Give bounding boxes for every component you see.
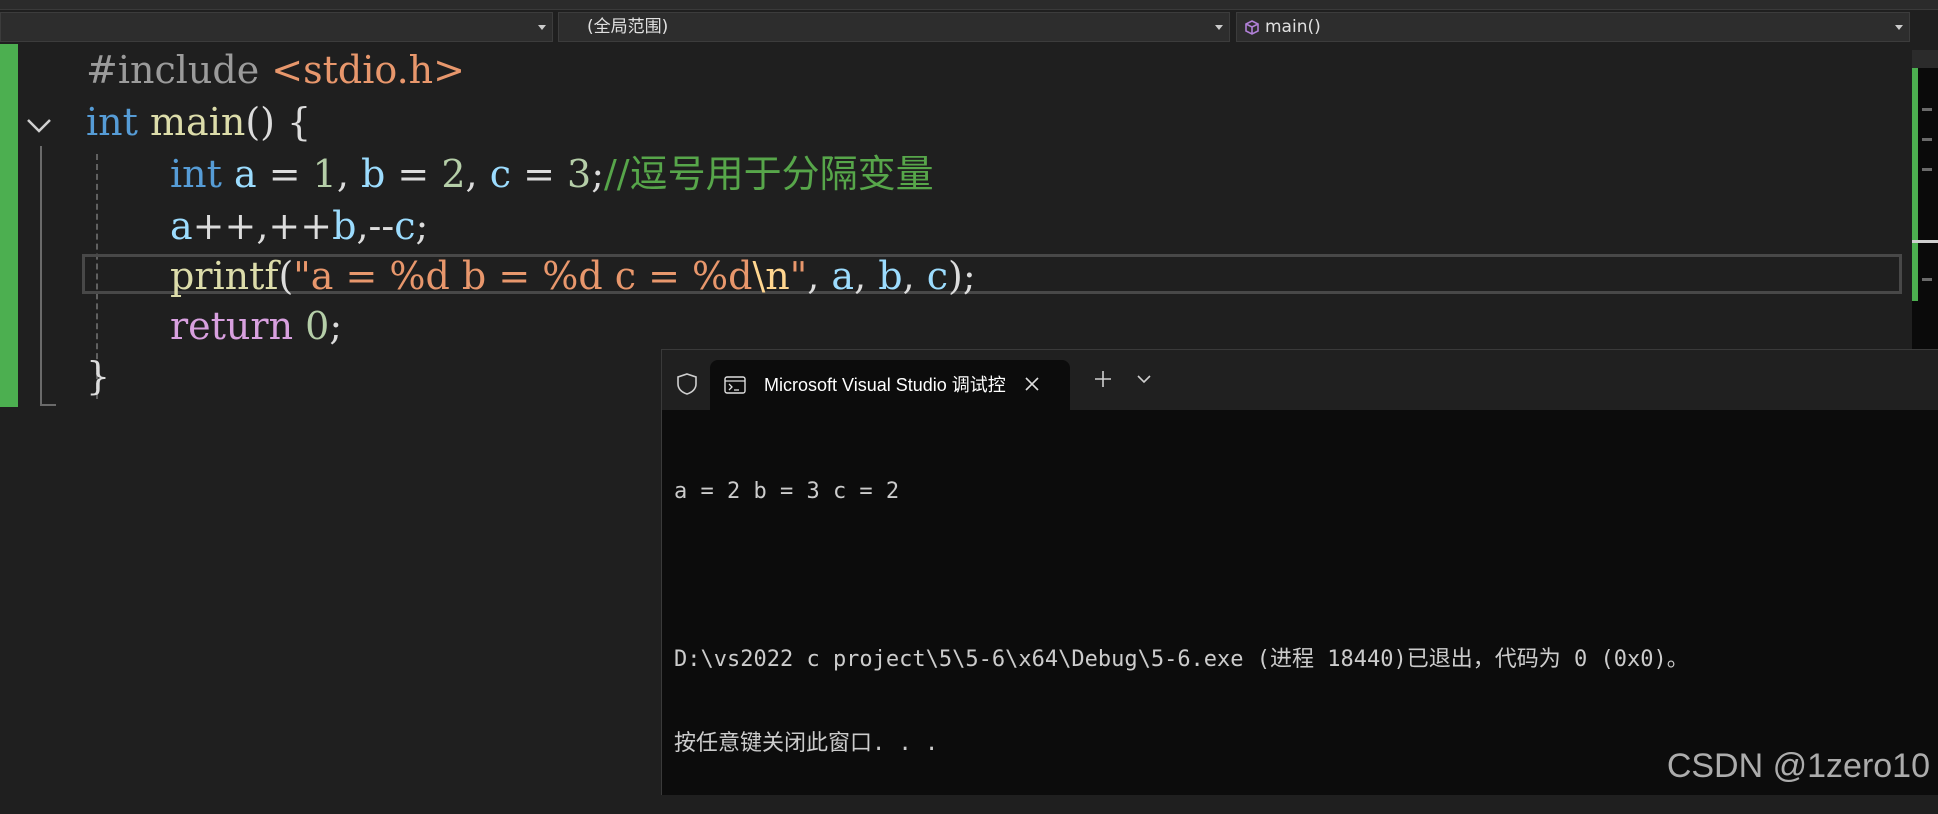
toolbar-strip	[0, 0, 1938, 10]
navigation-bar: (全局范围) main()	[0, 0, 1938, 44]
code-token: ++,++	[192, 204, 333, 248]
code-token: "a = %d b = %d c = %d	[293, 254, 753, 298]
code-token: \n	[752, 254, 790, 298]
minimap-line-mark	[1922, 138, 1932, 141]
code-token: 3	[567, 152, 592, 196]
code-line-6: return 0;	[170, 300, 342, 352]
dropdown-arrow-icon	[1215, 25, 1223, 30]
minimap-line-mark	[1922, 168, 1932, 171]
code-token: int	[170, 152, 222, 196]
code-line-1: #include <stdio.h>	[86, 44, 465, 96]
code-token: ,--	[356, 204, 395, 248]
code-token: ,	[336, 152, 362, 196]
code-token: (	[278, 254, 294, 298]
code-line-3: int a = 1, b = 2, c = 3;//逗号用于分隔变量	[170, 148, 934, 200]
code-token: 2	[441, 152, 466, 196]
shield-icon	[677, 373, 697, 395]
code-token: 0	[305, 304, 330, 348]
code-token: a	[234, 152, 257, 196]
code-token: c	[489, 152, 511, 196]
code-line-5: printf("a = %d b = %d c = %d\n", a, b, c…	[170, 250, 976, 302]
code-line-7: }	[86, 350, 110, 402]
code-token: b	[332, 204, 357, 248]
code-token: return	[170, 304, 294, 348]
code-token: #include	[86, 48, 272, 92]
code-token: int	[86, 100, 138, 144]
code-token: 1	[312, 152, 337, 196]
terminal-tab[interactable]: Microsoft Visual Studio 调试控	[710, 360, 1070, 410]
member-dropdown[interactable]: main()	[1236, 12, 1910, 42]
code-token: ;	[415, 204, 429, 248]
code-token: =	[256, 152, 313, 196]
minimap-cursor-marker	[1912, 240, 1938, 243]
close-icon[interactable]	[1024, 376, 1040, 392]
code-token: b	[361, 152, 386, 196]
code-token: c	[926, 254, 949, 298]
code-token: printf	[170, 254, 279, 298]
code-token: a	[170, 204, 193, 248]
project-dropdown[interactable]	[0, 12, 553, 42]
code-token: a	[831, 254, 855, 298]
minimap-change-bar	[1912, 68, 1918, 301]
dropdown-arrow-icon	[538, 25, 546, 30]
code-token: <stdio.h>	[271, 48, 465, 92]
member-dropdown-label: main()	[1265, 17, 1321, 37]
code-token: ;	[591, 152, 604, 196]
chevron-down-icon[interactable]	[24, 110, 54, 140]
terminal-tab-title: Microsoft Visual Studio 调试控	[764, 375, 1006, 395]
minimap[interactable]	[1912, 68, 1938, 351]
fold-region-line	[40, 146, 42, 404]
code-token: //逗号用于分隔变量	[604, 152, 934, 196]
minimap-line-mark	[1922, 108, 1932, 111]
cube-icon	[1245, 20, 1259, 35]
code-token: main	[150, 100, 246, 144]
terminal-output-line: a = 2 b = 3 c = 2	[674, 479, 900, 504]
code-token: () {	[245, 100, 312, 144]
plus-icon[interactable]	[1094, 370, 1112, 388]
code-line-2: int main() {	[86, 96, 311, 148]
terminal-titlebar: Microsoft Visual Studio 调试控	[662, 350, 1938, 410]
code-token: "	[789, 254, 808, 298]
debug-console-window[interactable]: Microsoft Visual Studio 调试控 a = 2 b = 3 …	[661, 349, 1938, 795]
terminal-output-line: 按任意键关闭此窗口. . .	[674, 731, 939, 756]
minimap-line-mark	[1922, 278, 1932, 281]
code-token: ,	[465, 152, 490, 196]
terminal-output-line: D:\vs2022 c project\5\5-6\x64\Debug\5-6.…	[674, 647, 1689, 672]
scrollbar-header	[1912, 50, 1938, 68]
code-token: c	[394, 204, 416, 248]
code-line-4: a++,++b,--c;	[170, 200, 428, 252]
code-token: ,	[854, 254, 879, 298]
code-token: );	[948, 254, 976, 298]
chevron-down-icon[interactable]	[1136, 374, 1152, 384]
watermark: CSDN @1zero10	[1666, 747, 1930, 785]
dropdown-arrow-icon	[1895, 25, 1903, 30]
fold-region-end	[40, 404, 56, 406]
code-token: =	[511, 152, 567, 196]
scope-dropdown-label: (全局范围)	[587, 17, 669, 37]
change-tracking-bar	[0, 44, 18, 407]
code-token: b	[878, 254, 903, 298]
code-token: ;	[329, 304, 343, 348]
code-token: ,	[902, 254, 927, 298]
terminal-output[interactable]: a = 2 b = 3 c = 2 D:\vs2022 c project\5\…	[674, 422, 1689, 814]
terminal-icon	[724, 376, 746, 394]
code-token: =	[385, 152, 442, 196]
code-token: }	[86, 354, 111, 398]
scope-dropdown[interactable]: (全局范围)	[558, 12, 1230, 42]
code-token: ,	[807, 254, 832, 298]
